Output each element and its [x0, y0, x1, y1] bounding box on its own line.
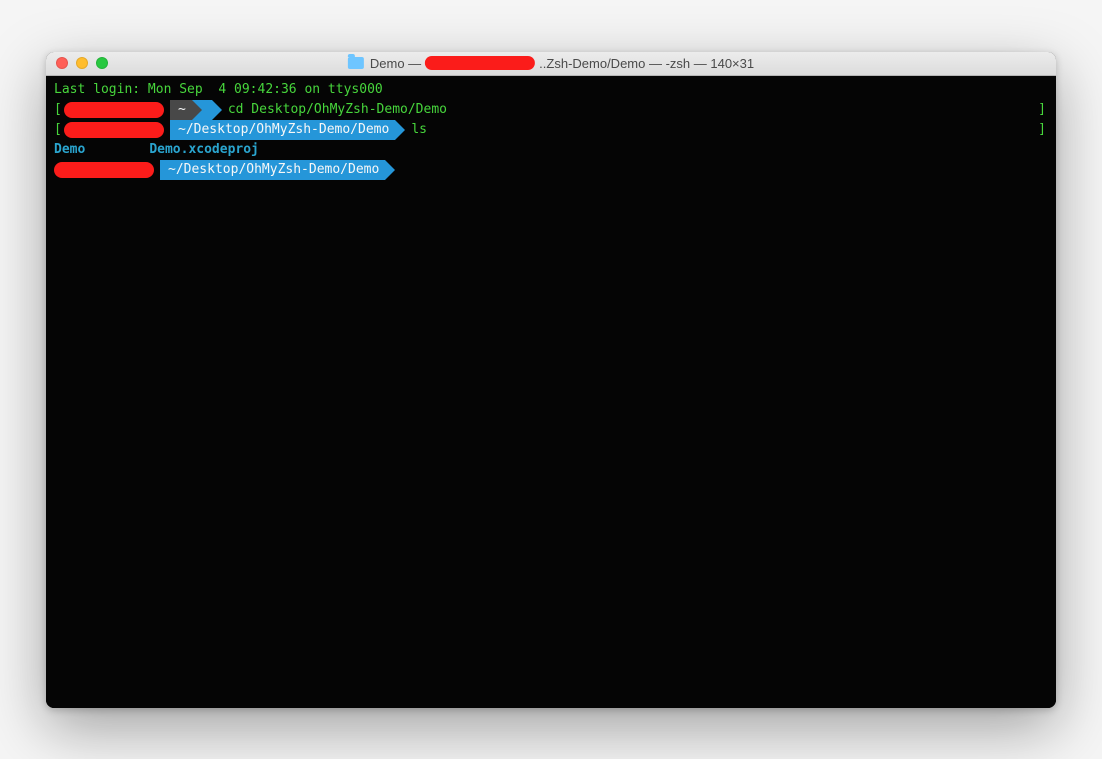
command-1: cd Desktop/OhMyZsh-Demo/Demo [228, 100, 447, 120]
redacted-user-2 [64, 122, 164, 138]
traffic-lights [46, 57, 108, 69]
bracket-close-2: ] [1038, 120, 1048, 140]
command-2: ls [411, 120, 427, 140]
prompt-line-1: [ ~ cd Desktop/OhMyZsh-Demo/Demo ] [54, 100, 1048, 120]
bracket-close-1: ] [1038, 100, 1048, 120]
window-title: Demo — ..Zsh-Demo/Demo — -zsh — 140×31 [348, 56, 754, 71]
redacted-user-1 [64, 102, 164, 118]
path-segment-3: ~/Desktop/OhMyZsh-Demo/Demo [160, 160, 385, 180]
redacted-title-segment [425, 56, 535, 70]
title-prefix: Demo — [370, 56, 421, 71]
bracket-open-2: [ [54, 120, 64, 140]
maximize-icon[interactable] [96, 57, 108, 69]
last-login-text: Last login: Mon Sep 4 09:42:36 on ttys00… [54, 80, 383, 100]
ls-output-line: Demo Demo.xcodeproj [54, 140, 1048, 160]
login-line: Last login: Mon Sep 4 09:42:36 on ttys00… [54, 80, 1048, 100]
redacted-user-3 [54, 162, 154, 178]
minimize-icon[interactable] [76, 57, 88, 69]
terminal-window: Demo — ..Zsh-Demo/Demo — -zsh — 140×31 L… [46, 52, 1056, 708]
title-suffix: ..Zsh-Demo/Demo — -zsh — 140×31 [539, 56, 754, 71]
prompt-line-3: ~/Desktop/OhMyZsh-Demo/Demo [54, 160, 1048, 180]
folder-icon [348, 57, 364, 69]
bracket-open: [ [54, 100, 64, 120]
terminal-content[interactable]: Last login: Mon Sep 4 09:42:36 on ttys00… [46, 76, 1056, 708]
ls-item-xcodeproj: Demo.xcodeproj [149, 140, 259, 160]
path-segment-2: ~/Desktop/OhMyZsh-Demo/Demo [170, 120, 395, 140]
titlebar[interactable]: Demo — ..Zsh-Demo/Demo — -zsh — 140×31 [46, 52, 1056, 76]
close-icon[interactable] [56, 57, 68, 69]
home-segment: ~ [170, 100, 192, 120]
ls-item-demo: Demo [54, 140, 85, 160]
prompt-line-2: [ ~/Desktop/OhMyZsh-Demo/Demo ls ] [54, 120, 1048, 140]
